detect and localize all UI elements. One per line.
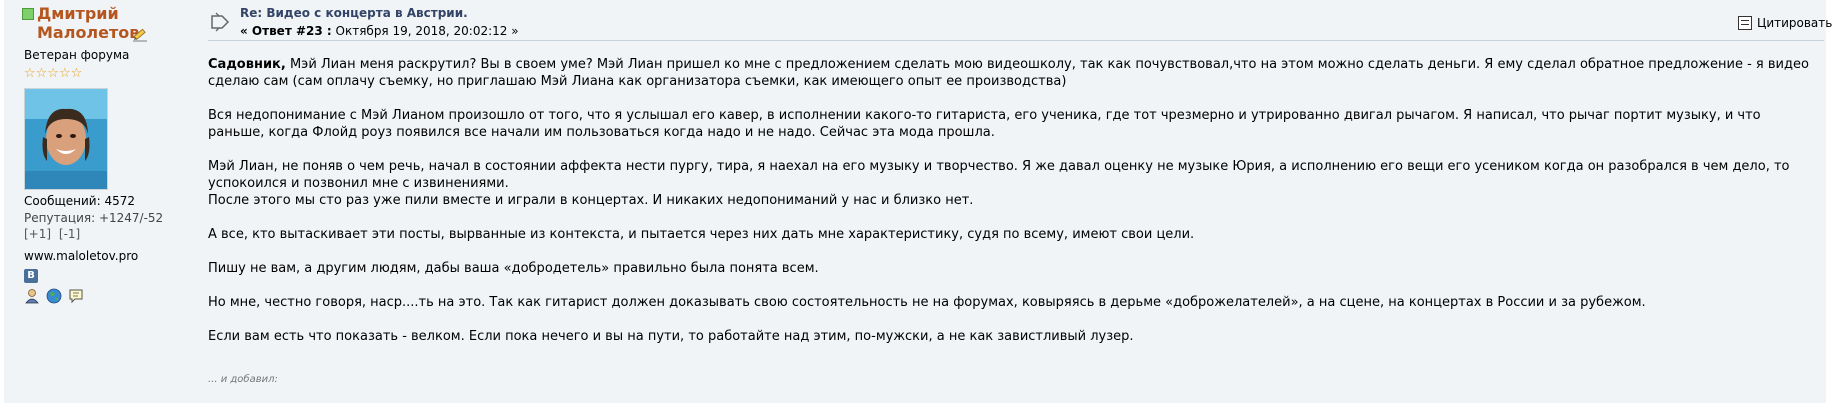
post-topic-icon bbox=[211, 12, 230, 32]
profile-icons bbox=[24, 288, 86, 304]
post-subject-link[interactable]: Re: Видео с концерта в Австрии. bbox=[240, 6, 468, 20]
reputation: Репутация: +1247/-52 bbox=[24, 211, 164, 225]
poster-info: Дмитрий Малолетов Ветеран форума ☆☆☆☆☆ С… bbox=[4, 0, 192, 403]
quote-icon bbox=[1738, 16, 1752, 30]
quote-button[interactable]: Цитировать bbox=[1738, 16, 1832, 30]
karma-plus-link[interactable]: [+1] bbox=[24, 227, 51, 241]
addressee: Садовник, bbox=[208, 57, 286, 72]
avatar-image bbox=[25, 89, 107, 189]
website-link[interactable]: www.maloletov.pro bbox=[24, 249, 138, 263]
post-count: Сообщений: 4572 bbox=[24, 194, 135, 208]
member-group: Ветеран форума bbox=[24, 48, 130, 62]
header-divider bbox=[208, 40, 1824, 41]
pencil-icon bbox=[133, 28, 147, 42]
forum-post: Дмитрий Малолетов Ветеран форума ☆☆☆☆☆ С… bbox=[4, 0, 1832, 403]
paragraph-6: Пишу не вам, а другим людям, дабы ваша «… bbox=[208, 261, 819, 276]
rank-stars-icon: ☆☆☆☆☆ bbox=[24, 66, 83, 81]
paragraph-1: Садовник, Мэй Лиан меня раскрутил? Вы в … bbox=[208, 57, 1809, 89]
post-meta: « Ответ #23 : Октября 19, 2018, 20:02:12… bbox=[240, 24, 519, 38]
profile-icon[interactable] bbox=[24, 288, 40, 304]
karma-minus-link[interactable]: [-1] bbox=[59, 227, 80, 241]
post-body: Садовник, Мэй Лиан меня раскрутил? Вы в … bbox=[208, 56, 1818, 362]
paragraph-5: А все, кто вытаскивает эти посты, вырван… bbox=[208, 227, 1195, 242]
globe-icon[interactable] bbox=[46, 288, 62, 304]
paragraph-7: Но мне, честно говоря, наср....ть на это… bbox=[208, 295, 1646, 310]
reply-number: « Ответ #23 : bbox=[240, 24, 332, 38]
online-status-icon bbox=[22, 8, 34, 20]
paragraph-3: Мэй Лиан, не поняв о чем речь, начал в с… bbox=[208, 159, 1790, 191]
paragraph-2: Вся недопонимание с Мэй Лианом произошло… bbox=[208, 108, 1761, 140]
paragraph-8: Если вам есть что показать - велком. Есл… bbox=[208, 329, 1134, 344]
karma-controls: [+1] [-1] bbox=[24, 227, 84, 241]
personal-message-icon[interactable] bbox=[68, 288, 84, 304]
quote-label: Цитировать bbox=[1757, 16, 1832, 30]
poster-name[interactable]: Дмитрий Малолетов bbox=[37, 4, 187, 42]
post-date: Октября 19, 2018, 20:02:12 » bbox=[335, 24, 519, 38]
added-note: ... и добавил: bbox=[208, 374, 278, 385]
vk-icon[interactable]: В bbox=[24, 269, 38, 283]
paragraph-4: После этого мы сто раз уже пили вместе и… bbox=[208, 193, 974, 208]
avatar bbox=[24, 88, 108, 190]
